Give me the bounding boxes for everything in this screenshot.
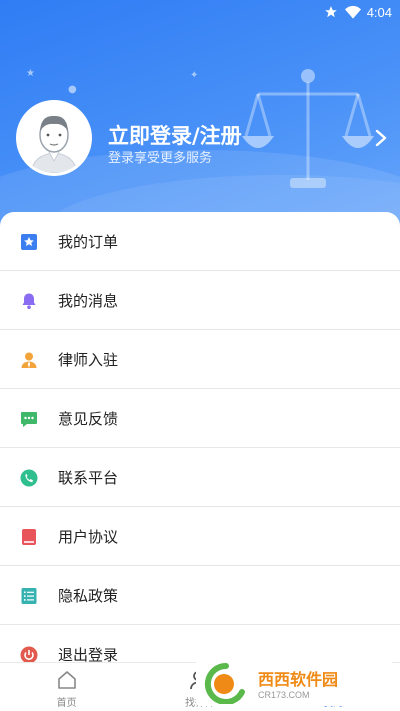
menu-item-user-agreement[interactable]: 用户协议 bbox=[0, 507, 400, 566]
bell-icon bbox=[22, 293, 36, 309]
login-subtitle: 登录享受更多服务 bbox=[108, 151, 213, 166]
login-register-title[interactable]: 立即登录/注册 bbox=[108, 120, 242, 150]
menu-item-privacy-policy[interactable]: 隐私政策 bbox=[0, 566, 400, 625]
justice-scale-icon bbox=[242, 69, 374, 188]
home-icon bbox=[57, 671, 76, 689]
list-icon bbox=[21, 588, 37, 604]
menu-item-feedback[interactable]: 意见反馈 bbox=[0, 389, 400, 448]
chat-bubble-icon bbox=[21, 412, 37, 427]
watermark-title: 西西软件园 bbox=[258, 670, 339, 689]
wifi-icon bbox=[344, 4, 361, 20]
order-star-icon bbox=[21, 234, 37, 250]
book-icon bbox=[22, 529, 36, 545]
chevron-right-icon[interactable] bbox=[372, 128, 390, 148]
menu-item-contact-platform[interactable]: 联系平台 bbox=[0, 448, 400, 507]
status-time: 4:04 bbox=[366, 4, 392, 20]
star-icon bbox=[323, 4, 339, 20]
menu-item-label: 联系平台 bbox=[58, 469, 119, 487]
sparkle-icon: ✦ bbox=[190, 70, 199, 81]
nav-label: 首页 bbox=[56, 698, 77, 709]
sparkle-icon: ★ bbox=[26, 68, 35, 79]
site-watermark: 西西软件园 CR173.COM bbox=[196, 660, 392, 706]
menu-item-my-messages[interactable]: 我的消息 bbox=[0, 271, 400, 330]
menu-item-label: 用户协议 bbox=[58, 528, 119, 546]
menu-item-label: 我的消息 bbox=[58, 292, 119, 310]
menu-list: 我的订单 我的消息 律师入驻 意见反馈 联系平台 用户协议 隐私政策 退出登录 bbox=[0, 212, 400, 672]
sparkle-icon: ● bbox=[68, 84, 77, 95]
watermark-subtitle: CR173.COM bbox=[258, 690, 310, 700]
menu-item-label: 意见反馈 bbox=[58, 410, 119, 428]
menu-item-label: 我的订单 bbox=[58, 233, 119, 251]
lawyer-person-icon bbox=[21, 352, 37, 368]
nav-home[interactable]: 首页 bbox=[0, 663, 133, 711]
default-avatar-icon bbox=[19, 103, 89, 173]
menu-item-label: 律师入驻 bbox=[58, 351, 119, 369]
watermark-logo-icon bbox=[204, 662, 245, 704]
menu-item-label: 隐私政策 bbox=[58, 587, 119, 605]
menu-item-my-orders[interactable]: 我的订单 bbox=[0, 212, 400, 271]
menu-item-lawyer-join[interactable]: 律师入驻 bbox=[0, 330, 400, 389]
avatar[interactable] bbox=[16, 100, 92, 176]
status-bar: 4:04 bbox=[0, 0, 400, 24]
phone-icon bbox=[20, 469, 38, 487]
